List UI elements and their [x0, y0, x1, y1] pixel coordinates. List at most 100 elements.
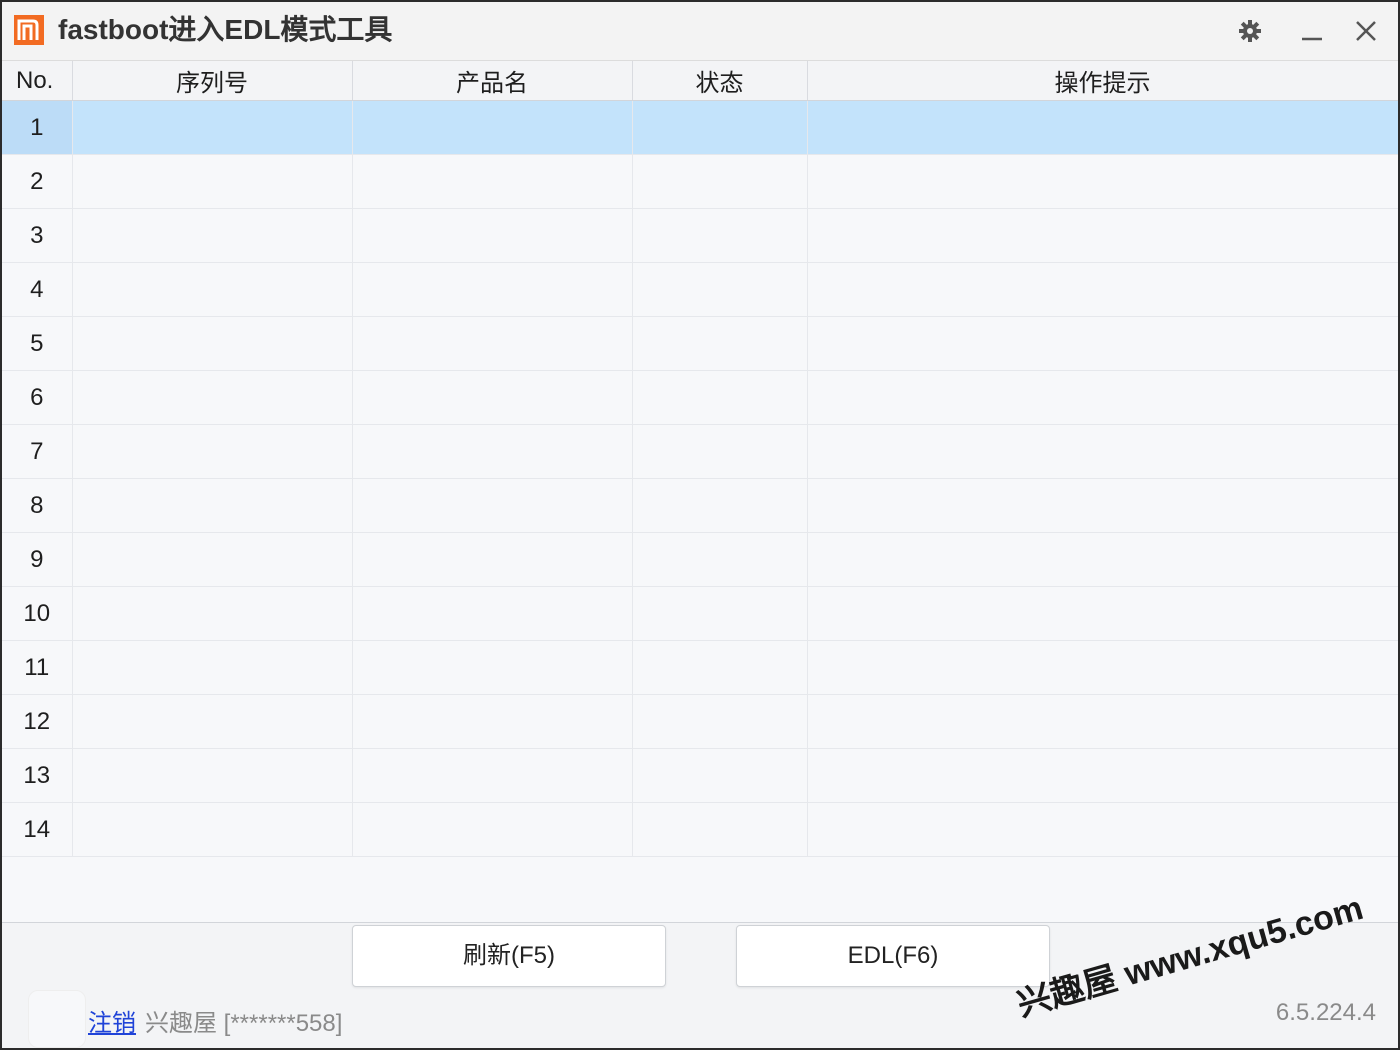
- edl-button[interactable]: EDL(F6): [736, 925, 1050, 987]
- version-label: 6.5.224.4: [1275, 999, 1376, 1026]
- table-cell-product[interactable]: [352, 532, 633, 587]
- column-header-status[interactable]: 状态: [632, 61, 808, 101]
- table-cell-status[interactable]: [632, 748, 808, 803]
- table-cell-hint[interactable]: [807, 316, 1398, 371]
- table-cell-product[interactable]: [352, 694, 633, 749]
- table-cell-serial[interactable]: [72, 586, 353, 641]
- table-row[interactable]: 14: [2, 802, 1398, 857]
- table-row[interactable]: 3: [2, 208, 1398, 263]
- table-cell-product[interactable]: [352, 586, 633, 641]
- table-cell-no[interactable]: 11: [2, 640, 73, 695]
- table-cell-no[interactable]: 3: [2, 208, 73, 263]
- table-cell-hint[interactable]: [807, 532, 1398, 587]
- table-cell-product[interactable]: [352, 208, 633, 263]
- table-cell-serial[interactable]: [72, 316, 353, 371]
- table-cell-status[interactable]: [632, 316, 808, 371]
- table-cell-no[interactable]: 14: [2, 802, 73, 857]
- table-cell-hint[interactable]: [807, 100, 1398, 155]
- table-cell-product[interactable]: [352, 640, 633, 695]
- table-cell-no[interactable]: 12: [2, 694, 73, 749]
- table-cell-hint[interactable]: [807, 586, 1398, 641]
- table-cell-status[interactable]: [632, 478, 808, 533]
- table-cell-hint[interactable]: [807, 748, 1398, 803]
- table-row[interactable]: 2: [2, 154, 1398, 209]
- table-cell-no[interactable]: 9: [2, 532, 73, 587]
- table-row[interactable]: 4: [2, 262, 1398, 317]
- table-cell-serial[interactable]: [72, 640, 353, 695]
- table-cell-status[interactable]: [632, 208, 808, 263]
- column-header-no[interactable]: No.: [2, 61, 73, 101]
- settings-button[interactable]: [1230, 12, 1270, 50]
- table-cell-status[interactable]: [632, 532, 808, 587]
- table-cell-product[interactable]: [352, 100, 633, 155]
- table-cell-hint[interactable]: [807, 424, 1398, 479]
- table-cell-product[interactable]: [352, 262, 633, 317]
- table-row[interactable]: 8: [2, 478, 1398, 533]
- table-cell-serial[interactable]: [72, 748, 353, 803]
- table-row[interactable]: 6: [2, 370, 1398, 425]
- table-cell-no[interactable]: 4: [2, 262, 73, 317]
- table-row[interactable]: 13: [2, 748, 1398, 803]
- table-cell-status[interactable]: [632, 586, 808, 641]
- table-cell-hint[interactable]: [807, 478, 1398, 533]
- table-cell-status[interactable]: [632, 370, 808, 425]
- table-cell-no[interactable]: 10: [2, 586, 73, 641]
- table-cell-status[interactable]: [632, 640, 808, 695]
- table-cell-hint[interactable]: [807, 802, 1398, 857]
- table-row[interactable]: 7: [2, 424, 1398, 479]
- table-cell-product[interactable]: [352, 478, 633, 533]
- table-cell-no[interactable]: 1: [2, 100, 73, 155]
- table-row[interactable]: 5: [2, 316, 1398, 371]
- table-row[interactable]: 12: [2, 694, 1398, 749]
- table-cell-serial[interactable]: [72, 478, 353, 533]
- table-cell-no[interactable]: 5: [2, 316, 73, 371]
- refresh-button[interactable]: 刷新(F5): [352, 925, 666, 987]
- table-cell-serial[interactable]: [72, 100, 353, 155]
- table-header-row: No. 序列号 产品名 状态 操作提示: [2, 61, 1398, 101]
- table-cell-serial[interactable]: [72, 424, 353, 479]
- table-cell-serial[interactable]: [72, 208, 353, 263]
- table-cell-product[interactable]: [352, 802, 633, 857]
- title-bar[interactable]: fastboot进入EDL模式工具: [2, 2, 1398, 61]
- table-row[interactable]: 11: [2, 640, 1398, 695]
- table-cell-no[interactable]: 2: [2, 154, 73, 209]
- table-cell-serial[interactable]: [72, 370, 353, 425]
- table-cell-no[interactable]: 6: [2, 370, 73, 425]
- table-cell-product[interactable]: [352, 748, 633, 803]
- table-cell-status[interactable]: [632, 802, 808, 857]
- table-cell-no[interactable]: 13: [2, 748, 73, 803]
- table-cell-hint[interactable]: [807, 154, 1398, 209]
- table-cell-product[interactable]: [352, 424, 633, 479]
- table-cell-product[interactable]: [352, 154, 633, 209]
- table-cell-no[interactable]: 7: [2, 424, 73, 479]
- table-cell-serial[interactable]: [72, 154, 353, 209]
- column-header-serial[interactable]: 序列号: [72, 61, 353, 101]
- table-cell-status[interactable]: [632, 424, 808, 479]
- table-cell-serial[interactable]: [72, 532, 353, 587]
- table-cell-no[interactable]: 8: [2, 478, 73, 533]
- close-icon: [1356, 21, 1376, 41]
- table-cell-product[interactable]: [352, 370, 633, 425]
- minimize-button[interactable]: [1292, 12, 1332, 50]
- close-button[interactable]: [1346, 12, 1386, 50]
- table-cell-hint[interactable]: [807, 262, 1398, 317]
- table-cell-hint[interactable]: [807, 208, 1398, 263]
- avatar: [28, 990, 86, 1048]
- table-cell-status[interactable]: [632, 262, 808, 317]
- table-cell-status[interactable]: [632, 694, 808, 749]
- table-cell-status[interactable]: [632, 100, 808, 155]
- table-row[interactable]: 9: [2, 532, 1398, 587]
- table-cell-serial[interactable]: [72, 802, 353, 857]
- table-cell-hint[interactable]: [807, 640, 1398, 695]
- table-row[interactable]: 1: [2, 100, 1398, 155]
- table-cell-status[interactable]: [632, 154, 808, 209]
- table-cell-serial[interactable]: [72, 262, 353, 317]
- table-cell-product[interactable]: [352, 316, 633, 371]
- table-cell-hint[interactable]: [807, 694, 1398, 749]
- table-cell-hint[interactable]: [807, 370, 1398, 425]
- table-row[interactable]: 10: [2, 586, 1398, 641]
- logout-link[interactable]: 注销: [88, 1003, 136, 1038]
- column-header-hint[interactable]: 操作提示: [807, 61, 1398, 101]
- column-header-product[interactable]: 产品名: [352, 61, 633, 101]
- table-cell-serial[interactable]: [72, 694, 353, 749]
